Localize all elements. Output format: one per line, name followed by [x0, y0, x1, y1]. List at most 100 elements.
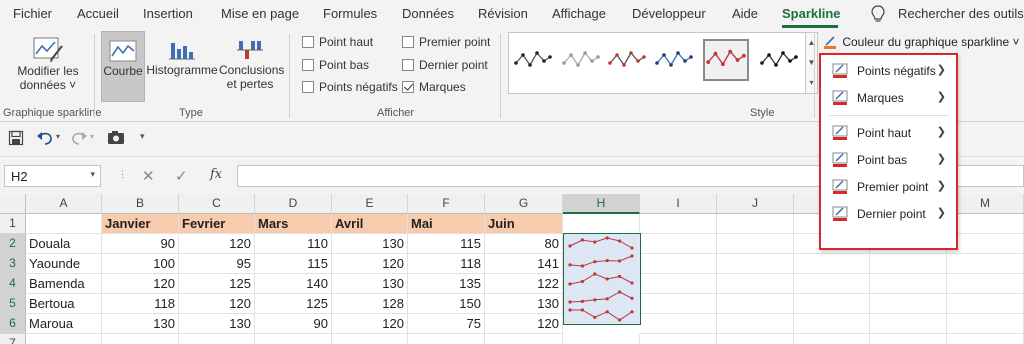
column-header-h[interactable]: H [563, 194, 640, 214]
cell[interactable] [794, 274, 870, 294]
cell[interactable] [717, 334, 794, 344]
cell[interactable] [794, 334, 870, 344]
cell[interactable] [717, 214, 794, 234]
checkbox-box[interactable] [402, 36, 414, 48]
row-header-3[interactable]: 3 [0, 254, 26, 274]
checkbox-low-point[interactable]: Point bas [302, 58, 369, 74]
value-cell[interactable]: 90 [255, 314, 332, 334]
cell[interactable] [102, 334, 179, 344]
value-cell[interactable]: 130 [332, 234, 408, 254]
row-header-2[interactable]: 2 [0, 234, 26, 254]
cell[interactable] [640, 314, 717, 334]
cell[interactable] [640, 214, 717, 234]
cell[interactable] [563, 334, 640, 344]
month-header-cell[interactable]: Fevrier [179, 214, 255, 234]
tab-home[interactable]: Accueil [77, 6, 119, 21]
menu-item-first-point[interactable]: Premier point ❯ [821, 173, 956, 200]
value-cell[interactable]: 141 [485, 254, 563, 274]
value-cell[interactable]: 130 [102, 314, 179, 334]
menu-item-markers[interactable]: Marques ❯ [821, 84, 956, 111]
column-header-i[interactable]: I [640, 194, 717, 214]
cell[interactable] [640, 234, 717, 254]
checkbox-first-point[interactable]: Premier point [402, 35, 490, 51]
cell[interactable] [717, 234, 794, 254]
month-header-cell[interactable]: Avril [332, 214, 408, 234]
checkbox-box[interactable] [302, 36, 314, 48]
cell[interactable] [794, 254, 870, 274]
cell[interactable] [640, 294, 717, 314]
value-cell[interactable]: 120 [332, 254, 408, 274]
value-cell[interactable]: 135 [408, 274, 485, 294]
month-header-cell[interactable]: Janvier [102, 214, 179, 234]
column-header-c[interactable]: C [179, 194, 255, 214]
cell[interactable] [717, 274, 794, 294]
sparkline-range[interactable] [563, 233, 641, 325]
cell[interactable] [26, 214, 102, 234]
city-cell[interactable]: Maroua [26, 314, 102, 334]
value-cell[interactable]: 115 [255, 254, 332, 274]
tab-file[interactable]: Fichier [13, 6, 52, 21]
value-cell[interactable]: 125 [179, 274, 255, 294]
tab-review[interactable]: Révision [478, 6, 528, 21]
menu-item-negative-points[interactable]: Points négatifs ❯ [821, 57, 956, 84]
value-cell[interactable]: 118 [102, 294, 179, 314]
tab-formulas[interactable]: Formules [323, 6, 377, 21]
value-cell[interactable]: 120 [332, 314, 408, 334]
value-cell[interactable]: 118 [408, 254, 485, 274]
cell[interactable] [408, 334, 485, 344]
value-cell[interactable]: 122 [485, 274, 563, 294]
cell[interactable] [870, 334, 947, 344]
cell[interactable] [794, 294, 870, 314]
style-thumb-selected[interactable] [703, 39, 749, 81]
style-thumb[interactable] [561, 43, 601, 79]
camera-icon[interactable] [107, 130, 125, 145]
cell[interactable] [947, 234, 1024, 254]
menu-item-last-point[interactable]: Dernier point ❯ [821, 200, 956, 227]
tab-page-layout[interactable]: Mise en page [221, 6, 299, 21]
tab-help[interactable]: Aide [732, 6, 758, 21]
value-cell[interactable]: 120 [102, 274, 179, 294]
cell[interactable] [794, 314, 870, 334]
column-header-j[interactable]: J [717, 194, 794, 214]
undo-icon[interactable] [36, 130, 54, 146]
tab-data[interactable]: Données [402, 6, 454, 21]
redo-dropdown-icon[interactable]: ▾ [90, 132, 94, 141]
checkbox-high-point[interactable]: Point haut [302, 35, 373, 51]
row-header-5[interactable]: 5 [0, 294, 26, 314]
value-cell[interactable]: 100 [102, 254, 179, 274]
cell[interactable] [717, 254, 794, 274]
cell[interactable] [640, 334, 717, 344]
value-cell[interactable]: 95 [179, 254, 255, 274]
cell[interactable] [640, 274, 717, 294]
column-type-button[interactable]: Histogramme [146, 37, 218, 101]
tab-view[interactable]: Affichage [552, 6, 606, 21]
customize-icon[interactable]: ▾ [140, 131, 145, 142]
cell[interactable] [485, 334, 563, 344]
value-cell[interactable]: 125 [255, 294, 332, 314]
cell[interactable] [947, 254, 1024, 274]
value-cell[interactable]: 90 [102, 234, 179, 254]
enter-icon[interactable]: ✓ [175, 167, 188, 185]
month-header-cell[interactable]: Juin [485, 214, 563, 234]
menu-item-high-point[interactable]: Point haut ❯ [821, 119, 956, 146]
cell[interactable] [947, 294, 1024, 314]
tab-sparkline[interactable]: Sparkline [782, 6, 841, 21]
cell[interactable] [563, 214, 640, 234]
cell[interactable] [179, 334, 255, 344]
style-thumb[interactable] [513, 43, 553, 79]
edit-data-button[interactable]: Modifier les données ˅ [8, 34, 88, 98]
checkbox-box[interactable] [402, 59, 414, 71]
column-header-f[interactable]: F [408, 194, 485, 214]
row-header-7[interactable]: 7 [0, 334, 26, 344]
cell[interactable] [26, 334, 102, 344]
cell[interactable] [870, 294, 947, 314]
style-thumb[interactable] [607, 43, 647, 79]
style-thumb[interactable] [759, 43, 799, 79]
cell[interactable] [717, 294, 794, 314]
checkbox-box[interactable] [302, 81, 314, 93]
checkbox-negative-points[interactable]: Points négatifs [302, 80, 398, 96]
save-icon[interactable] [8, 130, 24, 146]
tab-developer[interactable]: Développeur [632, 6, 706, 21]
month-header-cell[interactable]: Mai [408, 214, 485, 234]
cell[interactable] [947, 274, 1024, 294]
